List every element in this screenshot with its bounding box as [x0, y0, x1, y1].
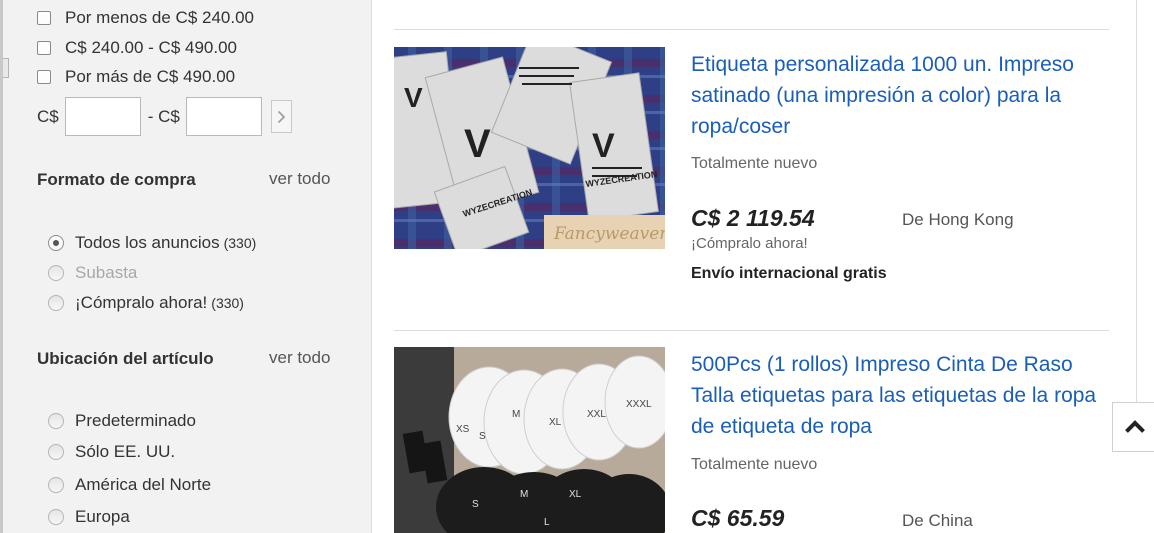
- radio-button: [48, 265, 64, 281]
- size-tag: XS: [456, 424, 470, 435]
- size-tag: M: [520, 489, 528, 500]
- radio-button[interactable]: [48, 509, 64, 525]
- radio-button[interactable]: [48, 235, 64, 251]
- listing-shipping: Envío internacional gratis: [691, 265, 887, 282]
- listing-title-link[interactable]: 500Pcs (1 rollos) Impreso Cinta De Raso …: [691, 349, 1111, 442]
- format-see-all-link[interactable]: ver todo: [269, 169, 330, 189]
- size-labels-photo: XS S M XL XXL XXXL S M XL L: [394, 347, 665, 533]
- sidebar-edge: [0, 0, 3, 533]
- listing-origin: De China: [902, 511, 973, 530]
- size-tag: S: [479, 431, 486, 442]
- price-option-between[interactable]: C$ 240.00 - C$ 490.00: [37, 38, 237, 58]
- watermark-text: Fancyweaver: [553, 224, 665, 244]
- price-go-button[interactable]: [270, 100, 292, 133]
- checkbox[interactable]: [37, 11, 51, 25]
- price-option-label: Por menos de C$ 240.00: [65, 8, 255, 27]
- format-option-label: ¡Cómpralo ahora!: [75, 293, 208, 312]
- location-see-all-link[interactable]: ver todo: [269, 348, 330, 368]
- listing-price: C$ 65.59: [691, 505, 785, 531]
- location-option-us[interactable]: Sólo EE. UU.: [48, 442, 175, 462]
- listing-divider: [394, 29, 1109, 30]
- location-option-europe[interactable]: Europa: [48, 507, 130, 527]
- listing-image[interactable]: V V V WYZECREATION WYZECREATION Fancywea…: [394, 47, 665, 249]
- price-option-label: Por más de C$ 490.00: [65, 67, 236, 86]
- size-tag: M: [512, 409, 520, 420]
- format-option-count: (330): [211, 295, 244, 311]
- sidebar-tab: [3, 58, 9, 78]
- filter-sidebar: Por menos de C$ 240.00 C$ 240.00 - C$ 49…: [0, 0, 371, 533]
- listing-image[interactable]: XS S M XL XXL XXXL S M XL L: [394, 347, 665, 533]
- woven-labels-photo: V V V WYZECREATION WYZECREATION Fancywea…: [394, 47, 665, 249]
- size-tag: XL: [569, 489, 582, 500]
- price-option-under[interactable]: Por menos de C$ 240.00: [37, 8, 254, 28]
- location-filter-heading: Ubicación del artículo: [37, 349, 214, 368]
- chevron-up-icon: [1125, 420, 1145, 433]
- location-option-north-america[interactable]: América del Norte: [48, 475, 211, 495]
- size-tag: XXL: [587, 409, 606, 420]
- format-option-count: (330): [223, 235, 257, 251]
- svg-text:V: V: [592, 127, 615, 165]
- listing-condition: Totalmente nuevo: [691, 155, 818, 172]
- location-option-label: América del Norte: [75, 475, 212, 494]
- format-option-all[interactable]: Todos los anuncios (330): [48, 233, 256, 253]
- format-option-buy-now[interactable]: ¡Cómpralo ahora! (330): [48, 293, 244, 313]
- listing-buy-format: ¡Cómpralo ahora!: [691, 235, 808, 252]
- chevron-right-icon: [277, 110, 286, 123]
- checkbox[interactable]: [37, 70, 51, 84]
- price-range: C$ - C$: [37, 97, 292, 136]
- size-tag: S: [472, 499, 479, 510]
- location-option-label: Europa: [75, 507, 130, 526]
- size-tag: XL: [549, 417, 562, 428]
- price-option-over[interactable]: Por más de C$ 490.00: [37, 67, 235, 87]
- listing-condition: Totalmente nuevo: [691, 456, 818, 473]
- listing-origin: De Hong Kong: [902, 210, 1014, 229]
- content-edge: [1136, 0, 1137, 402]
- format-option-label: Todos los anuncios: [75, 233, 220, 252]
- min-price-prefix: C$: [37, 106, 59, 126]
- scroll-to-top-button[interactable]: [1112, 402, 1154, 452]
- max-price-input[interactable]: [185, 97, 262, 136]
- min-price-input[interactable]: [64, 97, 141, 136]
- size-tag: XXXL: [626, 399, 652, 410]
- listing-title-link[interactable]: Etiqueta personalizada 1000 un. Impreso …: [691, 49, 1111, 142]
- location-option-default[interactable]: Predeterminado: [48, 411, 196, 431]
- location-option-label: Sólo EE. UU.: [75, 442, 176, 461]
- format-option-auction: Subasta: [48, 263, 137, 283]
- format-option-label: Subasta: [75, 263, 138, 282]
- column-divider: [371, 0, 372, 533]
- svg-text:V: V: [464, 122, 491, 166]
- radio-button[interactable]: [48, 444, 64, 460]
- listing-price: C$ 2 119.54: [691, 205, 815, 231]
- location-option-label: Predeterminado: [75, 411, 196, 430]
- radio-button[interactable]: [48, 413, 64, 429]
- price-option-label: C$ 240.00 - C$ 490.00: [65, 38, 238, 57]
- max-price-prefix: - C$: [147, 106, 180, 126]
- svg-text:V: V: [404, 82, 423, 113]
- radio-button[interactable]: [48, 477, 64, 493]
- listing-divider: [394, 330, 1109, 331]
- radio-button[interactable]: [48, 295, 64, 311]
- format-filter-heading: Formato de compra: [37, 170, 196, 189]
- checkbox[interactable]: [37, 41, 51, 55]
- size-tag: L: [544, 517, 550, 528]
